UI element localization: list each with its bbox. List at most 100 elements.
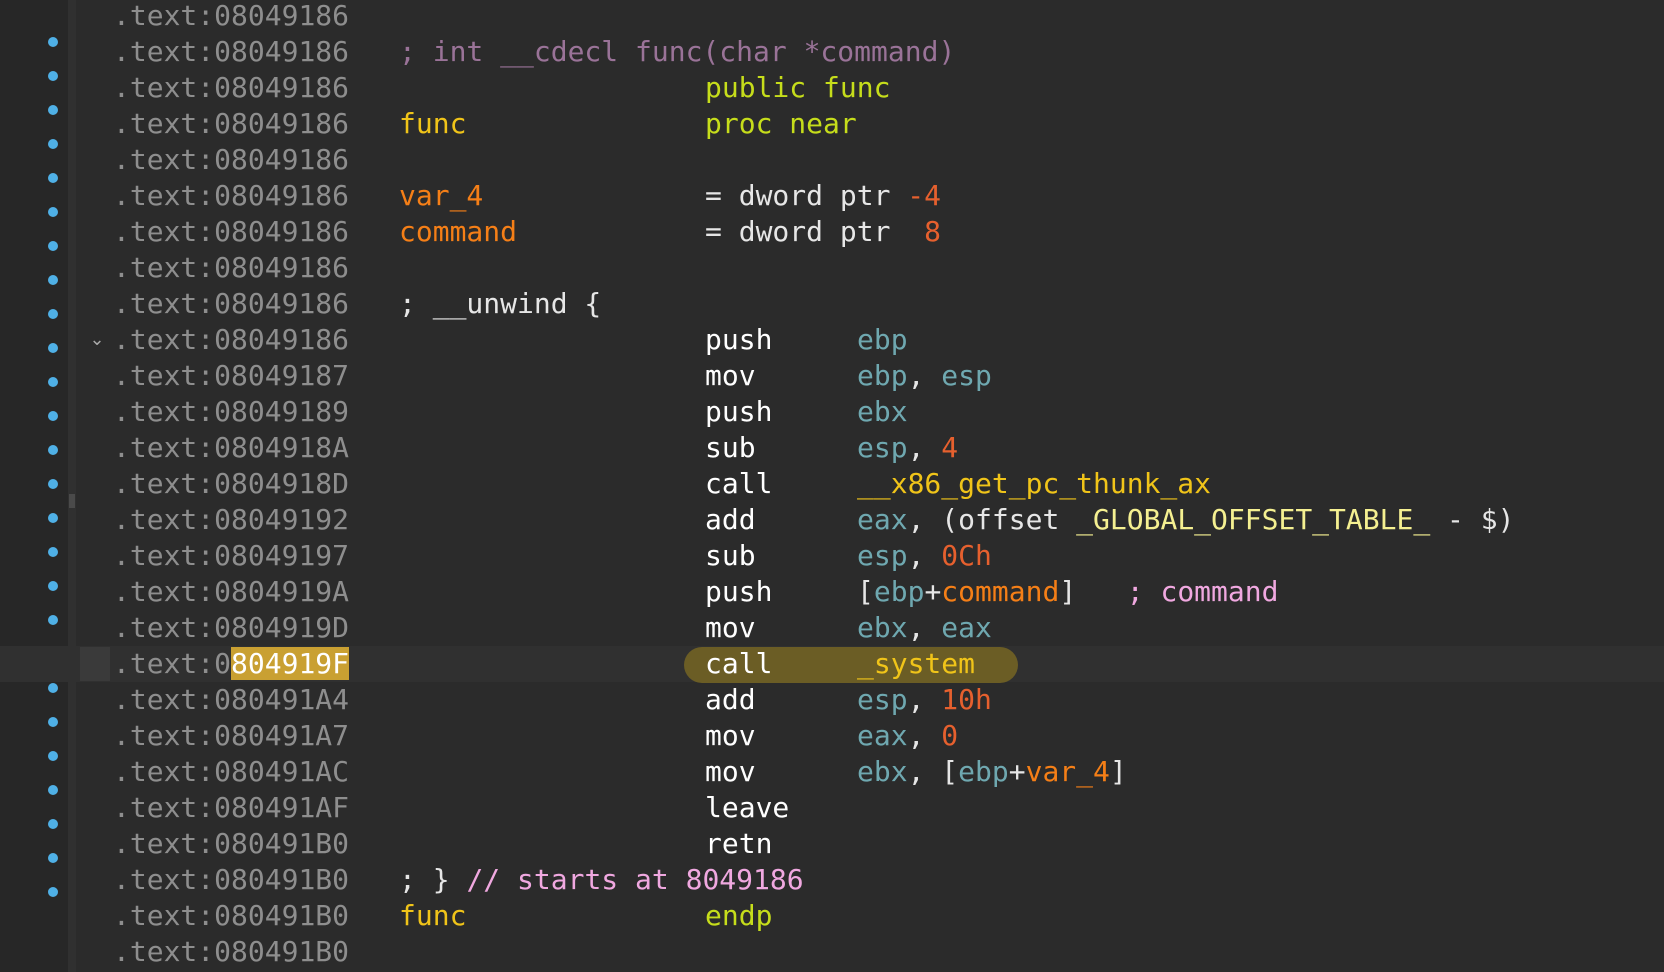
listing-line[interactable]: .text:080491B0 retn	[0, 826, 1664, 862]
stack-var-reference[interactable]: command	[941, 575, 1059, 608]
listing-line[interactable]: .text:08049186 var_4 = dword ptr -4	[0, 178, 1664, 214]
line-address[interactable]: .text:0804919F	[113, 646, 350, 682]
listing-line[interactable]: .text:080491AF leave	[0, 790, 1664, 826]
highlighted-address[interactable]: 804919F	[231, 647, 350, 680]
line-address[interactable]: .text:08049186	[113, 214, 349, 250]
line-address[interactable]: .text:08049186	[113, 286, 349, 322]
line-address[interactable]: .text:080491B0	[113, 898, 349, 934]
listing-line[interactable]: ⌄ .text:08049186 push ebp	[0, 322, 1664, 358]
var-offset-value: -4	[907, 179, 942, 212]
listing-line[interactable]: .text:08049186	[0, 250, 1664, 286]
listing-line[interactable]: .text:080491B0	[0, 934, 1664, 970]
function-label[interactable]: func	[399, 106, 466, 142]
function-label[interactable]: func	[399, 898, 466, 934]
instruction-mnemonic: leave	[705, 791, 790, 824]
instruction-mnemonic: mov	[705, 611, 756, 644]
register-operand[interactable]: ebx	[857, 394, 908, 430]
listing-line[interactable]: .text:080491AC mov ebx, [ebp+var_4]	[0, 754, 1664, 790]
register-operand[interactable]: eax	[857, 503, 908, 536]
register-operand[interactable]: eax	[941, 611, 992, 644]
register-operand[interactable]: esp	[941, 359, 992, 392]
listing-line[interactable]: .text:08049186	[0, 0, 1664, 34]
listing-line[interactable]: .text:08049186 public func	[0, 70, 1664, 106]
line-address[interactable]: .text:08049189	[113, 394, 349, 430]
instruction-mnemonic: add	[705, 683, 756, 716]
listing-line[interactable]: .text:0804918A sub esp, 4	[0, 430, 1664, 466]
line-address[interactable]: .text:080491B0	[113, 826, 349, 862]
listing-line[interactable]: .text:08049192 add eax, (offset _GLOBAL_…	[0, 502, 1664, 538]
register-operand[interactable]: ebx	[857, 611, 908, 644]
listing-line[interactable]: .text:08049189 push ebx	[0, 394, 1664, 430]
listing-line[interactable]: .text:08049187 mov ebp, esp	[0, 358, 1664, 394]
register-operand[interactable]: ebp	[857, 322, 908, 358]
line-address[interactable]: .text:08049192	[113, 502, 349, 538]
instruction-mnemonic: retn	[705, 827, 773, 860]
call-target[interactable]: _system	[857, 646, 975, 682]
instruction-mnemonic: call	[705, 647, 773, 680]
call-target[interactable]: __x86_get_pc_thunk_ax	[857, 466, 1211, 502]
line-address[interactable]: .text:0804918A	[113, 430, 349, 466]
listing-line[interactable]: .text:080491A7 mov eax, 0	[0, 718, 1664, 754]
unwind-end-comment: ; }	[399, 863, 450, 896]
var-offset-value: 8	[924, 215, 942, 248]
line-address[interactable]: .text:08049186	[113, 178, 349, 214]
register-operand[interactable]: esp	[857, 539, 908, 572]
starts-at-comment: // starts at 8049186	[466, 863, 804, 896]
public-directive: public func	[705, 71, 891, 104]
listing-line[interactable]: .text:08049197 sub esp, 0Ch	[0, 538, 1664, 574]
global-offset-table-symbol[interactable]: _GLOBAL_OFFSET_TABLE_	[1076, 503, 1430, 536]
instruction-mnemonic: push	[705, 323, 773, 356]
instruction-mnemonic: sub	[705, 431, 756, 464]
stack-var-label[interactable]: var_4	[399, 178, 483, 214]
line-address[interactable]: .text:0804918D	[113, 466, 349, 502]
line-address[interactable]: .text:080491B0	[113, 862, 349, 898]
line-address[interactable]: .text:08049187	[113, 358, 349, 394]
register-operand[interactable]: eax	[857, 719, 908, 752]
listing-line[interactable]: .text:0804918D call __x86_get_pc_thunk_a…	[0, 466, 1664, 502]
stack-var-label[interactable]: command	[399, 214, 517, 250]
register-operand[interactable]: ebp	[874, 575, 925, 608]
line-address[interactable]: .text:08049186	[113, 142, 349, 178]
instruction-mnemonic: mov	[705, 755, 756, 788]
line-address[interactable]: .text:080491B0	[113, 934, 349, 970]
register-operand[interactable]: ebx	[857, 755, 908, 788]
line-address[interactable]: .text:08049186	[113, 322, 349, 358]
inline-comment: ; command	[1126, 575, 1279, 608]
instruction-mnemonic: call	[705, 467, 773, 500]
listing-line[interactable]: .text:0804919A push [ebp+command] ; comm…	[0, 574, 1664, 610]
current-listing-line[interactable]: .text:0804919F call _system	[0, 646, 1664, 683]
line-address[interactable]: .text:08049186	[113, 34, 349, 70]
listing-line[interactable]: .text:08049186 func proc near	[0, 106, 1664, 142]
line-address[interactable]: .text:080491AF	[113, 790, 349, 826]
line-address[interactable]: .text:080491A7	[113, 718, 349, 754]
listing-line[interactable]: .text:08049186	[0, 142, 1664, 178]
stack-var-reference[interactable]: var_4	[1026, 755, 1110, 788]
offset-expression-close: - $)	[1447, 503, 1515, 536]
instruction-mnemonic: add	[705, 503, 756, 536]
listing-line[interactable]: .text:080491B0 func endp	[0, 898, 1664, 934]
register-operand[interactable]: ebp	[857, 359, 908, 392]
function-prototype-comment: ; int __cdecl func(char *command)	[399, 35, 956, 68]
register-operand[interactable]: esp	[857, 683, 908, 716]
listing-line[interactable]: .text:080491A4 add esp, 10h	[0, 682, 1664, 718]
line-address[interactable]: .text:08049186	[113, 0, 349, 34]
line-address[interactable]: .text:08049186	[113, 250, 349, 286]
instruction-mnemonic: mov	[705, 719, 756, 752]
chevron-down-icon[interactable]: ⌄	[86, 322, 108, 358]
line-address[interactable]: .text:080491AC	[113, 754, 349, 790]
register-operand[interactable]: esp	[857, 431, 908, 464]
line-address[interactable]: .text:08049186	[113, 106, 349, 142]
line-address[interactable]: .text:0804919A	[113, 574, 349, 610]
instruction-mnemonic: sub	[705, 539, 756, 572]
listing-line[interactable]: .text:08049186 command = dword ptr 8	[0, 214, 1664, 250]
line-address[interactable]: .text:080491A4	[113, 682, 349, 718]
listing-line[interactable]: .text:0804919D mov ebx, eax	[0, 610, 1664, 646]
line-address[interactable]: .text:08049186	[113, 70, 349, 106]
register-operand[interactable]: ebp	[958, 755, 1009, 788]
line-address[interactable]: .text:0804919D	[113, 610, 349, 646]
listing-line[interactable]: .text:080491B0 ; } // starts at 8049186	[0, 862, 1664, 898]
listing-line[interactable]: .text:08049186 ; int __cdecl func(char *…	[0, 34, 1664, 70]
instruction-mnemonic: push	[705, 395, 773, 428]
listing-line[interactable]: .text:08049186 ; __unwind {	[0, 286, 1664, 322]
line-address[interactable]: .text:08049197	[113, 538, 349, 574]
